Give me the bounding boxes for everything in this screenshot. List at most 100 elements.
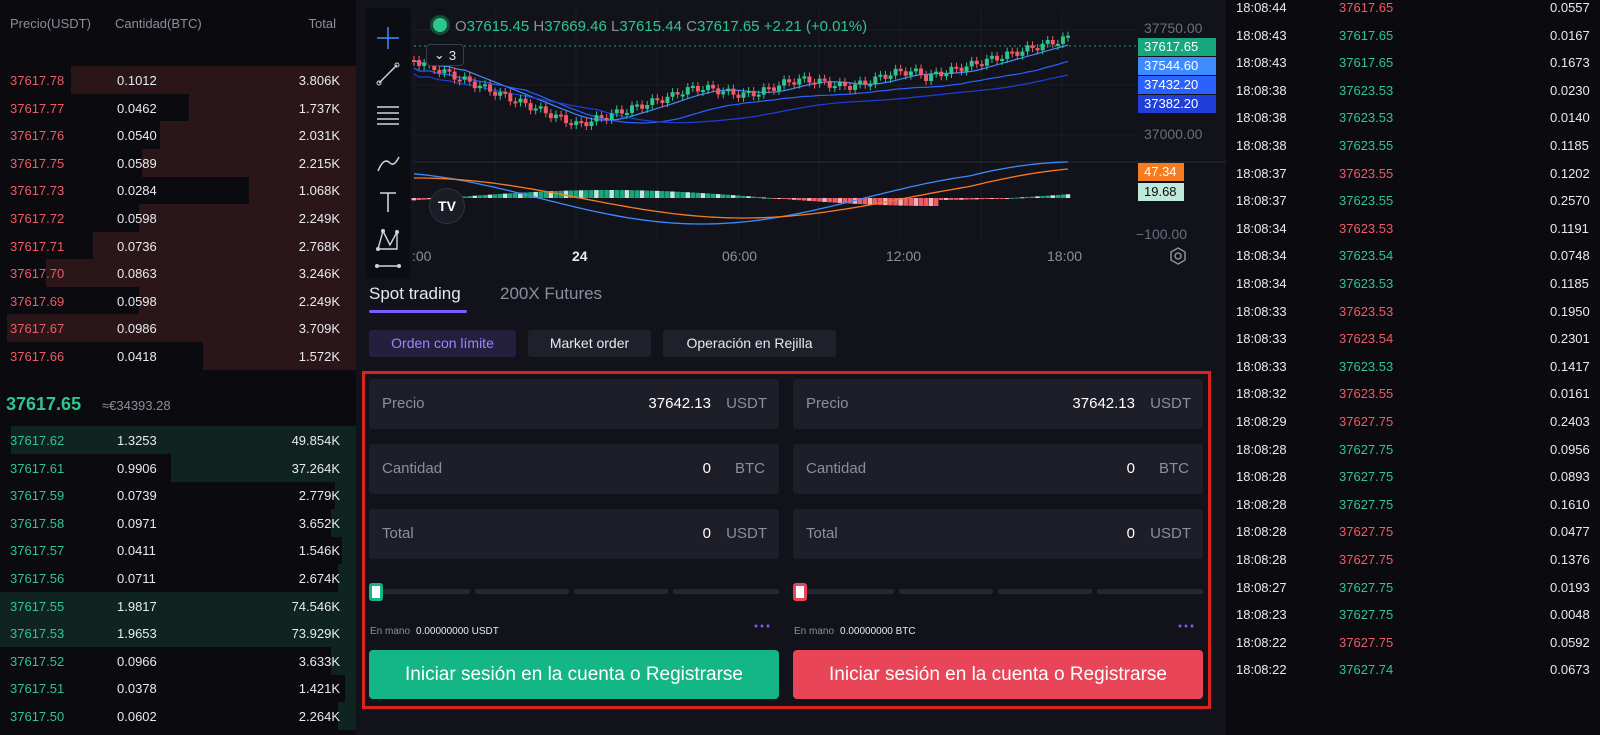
depth-bar [345, 674, 356, 703]
ask-row[interactable]: 37617.73 0.0284 1.068K [0, 176, 356, 205]
bid-row[interactable]: 37617.61 0.9906 37.264K [0, 453, 356, 482]
tab-spot-trading[interactable]: Spot trading [369, 284, 461, 304]
candle-body [579, 121, 584, 124]
sell-price-field[interactable]: Precio 37642.13 USDT [793, 379, 1203, 429]
depth-bar [341, 536, 356, 565]
text-tool-icon[interactable] [366, 184, 410, 220]
bid-row[interactable]: 37617.53 1.9653 73.929K [0, 619, 356, 648]
indicators-toggle[interactable]: ⌄ 3 [426, 44, 464, 66]
market-order-tab[interactable]: Market order [528, 330, 651, 357]
trade-price: 37623.55 [1339, 193, 1394, 209]
grid-order-tab[interactable]: Operación en Rejilla [663, 330, 836, 357]
candle-body [812, 82, 817, 85]
histogram-bar [589, 190, 594, 198]
trade-quantity: 0.0748 [1550, 248, 1590, 264]
price-column-header: Precio(USDT) [10, 16, 91, 31]
trade-time: 18:08:28 [1236, 524, 1287, 540]
fib-tool-icon[interactable] [366, 96, 410, 132]
candle-body [995, 55, 1000, 61]
price-chart[interactable]: O37615.45 H37669.46 L37615.44 C37617.65 … [356, 0, 1226, 278]
measure-tool-icon[interactable] [366, 258, 410, 274]
bid-row[interactable]: 37617.55 1.9817 74.546K [0, 591, 356, 620]
histogram-bar [827, 198, 832, 203]
histogram-bar [680, 191, 685, 198]
buy-slider-handle[interactable] [369, 583, 383, 601]
slider-segment [673, 589, 779, 594]
candle-body [736, 94, 741, 98]
sell-more-icon[interactable]: ⋯ [1177, 616, 1196, 637]
sell-login-button[interactable]: Iniciar sesión en la cuenta o Registrars… [793, 650, 1203, 699]
ask-row[interactable]: 37617.78 0.1012 3.806K [0, 66, 356, 94]
trade-time: 18:08:29 [1236, 414, 1287, 429]
ask-row[interactable]: 37617.70 0.0863 3.246K [0, 259, 356, 288]
limit-order-tab[interactable]: Orden con límite [369, 330, 516, 357]
bid-row[interactable]: 37617.52 0.0966 3.633K [0, 646, 356, 675]
chart-canvas[interactable] [356, 0, 1226, 278]
buy-total-value[interactable]: 0 [703, 525, 711, 542]
sell-slider-handle[interactable] [793, 583, 807, 601]
pattern-tool-icon[interactable] [366, 222, 410, 258]
bid-row[interactable]: 37617.51 0.0378 1.421K [0, 674, 356, 703]
tab-futures[interactable]: 200X Futures [500, 284, 602, 304]
histogram-bar [654, 190, 660, 198]
tradingview-logo-icon[interactable]: TV [429, 188, 465, 224]
sell-balance-label: En mano [794, 626, 835, 637]
ask-row[interactable]: 37617.69 0.0598 2.249K [0, 286, 356, 315]
candle-body [574, 121, 579, 126]
bid-row[interactable]: 37617.59 0.0739 2.779K [0, 481, 356, 510]
candle-body [594, 115, 599, 122]
candle-body [741, 92, 746, 98]
price-axis-label: 37000.00 [1144, 126, 1203, 142]
order-total: 74.546K [291, 598, 340, 614]
trade-quantity: 0.0193 [1550, 579, 1590, 595]
bid-row[interactable]: 37617.50 0.0602 2.264K [0, 702, 356, 730]
ask-row[interactable]: 37617.72 0.0598 2.249K [0, 204, 356, 232]
ask-row[interactable]: 37617.75 0.0589 2.215K [0, 148, 356, 177]
sell-quantity-field[interactable]: Cantidad 0 BTC [793, 444, 1203, 494]
last-price-row[interactable]: 37617.65 ≈€34393.28 [0, 388, 356, 422]
ask-row[interactable]: 37617.77 0.0462 1.737K [0, 93, 356, 122]
sell-quantity-value[interactable]: 0 [1127, 460, 1135, 477]
buy-login-button[interactable]: Iniciar sesión en la cuenta o Registrars… [369, 650, 779, 699]
sell-total-value[interactable]: 0 [1127, 525, 1135, 542]
sell-total-field[interactable]: Total 0 USDT [793, 509, 1203, 559]
histogram-bar [903, 198, 908, 206]
buy-price-value[interactable]: 37642.13 [648, 395, 711, 412]
crosshair-tool-icon[interactable] [366, 20, 410, 56]
ask-row[interactable]: 37617.71 0.0736 2.768K [0, 231, 356, 260]
total-column-header: Total [308, 16, 336, 31]
order-quantity: 0.0598 [117, 211, 157, 226]
sell-price-value[interactable]: 37642.13 [1072, 395, 1135, 412]
trade-row: 18:08:38 37623.53 0.0230 [1226, 83, 1600, 111]
candle-body [528, 103, 533, 111]
close-value: 37617.65 [696, 18, 760, 35]
buy-quantity-value[interactable]: 0 [703, 460, 711, 477]
chart-settings-icon[interactable] [1168, 246, 1188, 271]
histogram-bar [720, 194, 726, 198]
ask-row[interactable]: 37617.76 0.0540 2.031K [0, 121, 356, 150]
trend-line-tool-icon[interactable] [366, 56, 410, 92]
trade-quantity: 0.1202 [1550, 165, 1590, 181]
histogram-bar [1050, 195, 1055, 198]
order-quantity: 0.0284 [117, 183, 157, 199]
bid-row[interactable]: 37617.58 0.0971 3.652K [0, 508, 356, 537]
candle-body [792, 82, 797, 85]
buy-more-icon[interactable]: ⋯ [753, 616, 772, 637]
bid-row[interactable]: 37617.57 0.0411 1.546K [0, 536, 356, 565]
ask-row[interactable]: 37617.66 0.0418 1.572K [0, 342, 356, 370]
buy-total-field[interactable]: Total 0 USDT [369, 509, 779, 559]
histogram-bar [1019, 197, 1025, 199]
trade-row: 18:08:37 37623.55 0.2570 [1226, 193, 1600, 221]
brush-tool-icon[interactable] [366, 144, 410, 180]
histogram-bar [822, 198, 827, 202]
slider-segment [475, 589, 569, 594]
buy-price-field[interactable]: Precio 37642.13 USDT [369, 379, 779, 429]
histogram-bar [984, 198, 990, 199]
histogram-bar [649, 190, 655, 198]
ask-row[interactable]: 37617.67 0.0986 3.709K [0, 314, 356, 343]
buy-total-label: Total [382, 525, 414, 542]
candle-body [807, 76, 812, 83]
bid-row[interactable]: 37617.62 1.3253 49.854K [0, 426, 356, 454]
buy-quantity-field[interactable]: Cantidad 0 BTC [369, 444, 779, 494]
bid-row[interactable]: 37617.56 0.0711 2.674K [0, 564, 356, 592]
